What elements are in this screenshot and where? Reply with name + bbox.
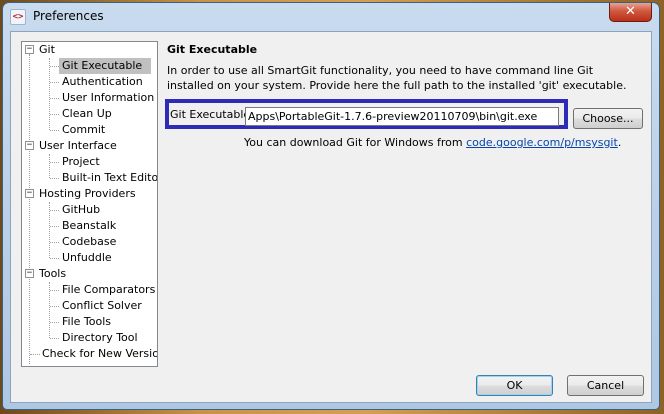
tree-item-label: Built-in Text Editors bbox=[62, 171, 158, 184]
collapse-icon[interactable]: − bbox=[25, 45, 34, 54]
tree-line bbox=[50, 226, 59, 227]
download-hint-text: You can download Git for Windows from bbox=[244, 136, 467, 149]
tree-item-label: Beanstalk bbox=[62, 219, 117, 232]
tree-item-beanstalk[interactable]: Beanstalk bbox=[59, 218, 119, 234]
tree-item-commit[interactable]: Commit bbox=[59, 122, 108, 138]
tree-line bbox=[30, 354, 40, 355]
cancel-button[interactable]: Cancel bbox=[567, 375, 644, 396]
tree-line bbox=[50, 66, 59, 67]
tree-item-label: Hosting Providers bbox=[39, 187, 136, 200]
tree-item-label: Conflict Solver bbox=[62, 299, 142, 312]
window-title: Preferences bbox=[33, 9, 104, 23]
tree-item-label: Clean Up bbox=[62, 107, 112, 120]
tree-item-file-comparators[interactable]: File Comparators bbox=[59, 282, 157, 298]
msysgit-link[interactable]: code.google.com/p/msysgit bbox=[466, 136, 618, 149]
tree-line bbox=[49, 58, 50, 130]
tree-item-codebase[interactable]: Codebase bbox=[59, 234, 119, 250]
tree-line bbox=[50, 82, 59, 83]
title-bar[interactable]: <> Preferences ✕ bbox=[3, 3, 659, 31]
choose-button[interactable]: Choose... bbox=[573, 108, 643, 129]
tree-item-label: File Tools bbox=[62, 315, 112, 328]
tree-line bbox=[50, 258, 59, 259]
tree-line bbox=[49, 154, 50, 178]
tree-line bbox=[50, 162, 59, 163]
collapse-icon[interactable]: − bbox=[25, 141, 34, 150]
tree-line bbox=[29, 54, 30, 364]
tree-item-git-executable[interactable]: Git Executable bbox=[59, 58, 151, 74]
tree-line bbox=[50, 290, 59, 291]
tree-line bbox=[50, 98, 59, 99]
tree-item-label: Commit bbox=[62, 123, 106, 136]
tree-item-label: Authentication bbox=[62, 75, 143, 88]
tree-item-authentication[interactable]: Authentication bbox=[59, 74, 146, 90]
git-executable-path-input[interactable]: Apps\PortableGit-1.7.6-preview20110709\b… bbox=[245, 107, 559, 126]
section-description: In order to use all SmartGit functionali… bbox=[167, 64, 627, 92]
tree-item-github[interactable]: GitHub bbox=[59, 202, 103, 218]
tree-item-label: Unfuddle bbox=[62, 251, 112, 264]
tree-item-built-in-text-editors[interactable]: Built-in Text Editors bbox=[59, 170, 158, 186]
collapse-icon[interactable]: − bbox=[25, 269, 34, 278]
tree-item-label: Codebase bbox=[62, 235, 117, 248]
tree-item-label: User Information bbox=[62, 91, 155, 104]
tree-item-conflict-solver[interactable]: Conflict Solver bbox=[59, 298, 145, 314]
download-hint: You can download Git for Windows from co… bbox=[244, 136, 621, 149]
tree-item-user-information[interactable]: User Information bbox=[59, 90, 157, 106]
preferences-tree[interactable]: − Git Git Executable Authentication User… bbox=[21, 41, 158, 367]
tree-item-label: Directory Tool bbox=[62, 331, 138, 344]
git-executable-label: Git Executable: bbox=[170, 108, 254, 121]
tree-line bbox=[50, 210, 59, 211]
tree-item-label: User Interface bbox=[39, 139, 117, 152]
tree-line bbox=[50, 130, 59, 131]
tree-line bbox=[50, 242, 59, 243]
tree-line bbox=[50, 322, 59, 323]
ok-button[interactable]: OK bbox=[476, 375, 553, 396]
tree-item-unfuddle[interactable]: Unfuddle bbox=[59, 250, 115, 266]
tree-item-label: Check for New Version bbox=[42, 347, 158, 360]
tree-item-label: File Comparators bbox=[62, 283, 156, 296]
dialog-content: − Git Git Executable Authentication User… bbox=[10, 31, 652, 403]
tree-line bbox=[50, 114, 59, 115]
download-hint-suffix: . bbox=[617, 136, 622, 149]
tree-item-project[interactable]: Project bbox=[59, 154, 103, 170]
tree-item-label: Project bbox=[62, 155, 100, 168]
app-icon: <> bbox=[10, 9, 26, 25]
tree-line bbox=[50, 338, 59, 339]
tree-line bbox=[50, 178, 59, 179]
tree-item-directory-tool[interactable]: Directory Tool bbox=[59, 330, 141, 346]
collapse-icon[interactable]: − bbox=[25, 189, 34, 198]
tree-item-label: Git Executable bbox=[59, 58, 151, 74]
tree-item-file-tools[interactable]: File Tools bbox=[59, 314, 114, 330]
close-button[interactable]: ✕ bbox=[609, 3, 652, 22]
tree-item-label: GitHub bbox=[62, 203, 101, 216]
tree-line bbox=[50, 306, 59, 307]
tree-item-label: Tools bbox=[39, 267, 67, 280]
tree-item-label: Git bbox=[39, 43, 55, 56]
preferences-dialog: <> Preferences ✕ − Git Git Executable Au… bbox=[2, 2, 660, 410]
section-heading: Git Executable bbox=[167, 43, 258, 56]
tree-item-clean-up[interactable]: Clean Up bbox=[59, 106, 115, 122]
